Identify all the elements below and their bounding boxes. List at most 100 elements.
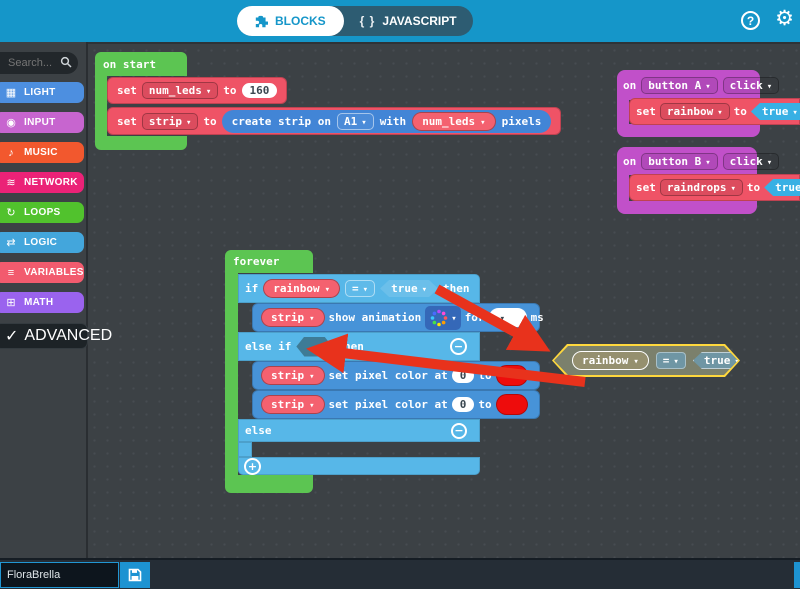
rainbow-animation-icon (429, 308, 449, 328)
set-numleds-block[interactable]: set num_leds to 160 (107, 77, 287, 104)
tab-javascript[interactable]: { } JAVASCRIPT (344, 6, 473, 36)
on-button-b-spine (617, 175, 629, 201)
numleds-variable-dropdown[interactable]: num_leds (142, 82, 218, 99)
collapse-branch-button[interactable]: − (451, 423, 467, 439)
button-b-dropdown[interactable]: button B (641, 153, 717, 170)
set-strip-block[interactable]: set strip to create strip on A1 with num… (107, 107, 561, 135)
dragged-condition-block[interactable]: rainbow = true (552, 344, 740, 377)
on-button-a-block[interactable]: on button A click (617, 70, 760, 100)
raindrops-variable-dropdown[interactable]: raindrops (660, 179, 743, 196)
collapse-branch-button[interactable]: − (450, 338, 467, 355)
true-boolean-dropdown[interactable]: true (764, 179, 800, 196)
chevron-down-icon (767, 79, 772, 92)
project-name-input[interactable] (0, 562, 119, 588)
comparison-operator-dropdown[interactable]: = (345, 280, 375, 297)
comparison-operator-dropdown[interactable]: = (656, 352, 686, 369)
chevron-down-icon (633, 354, 638, 367)
light-icon: ▦ (4, 86, 18, 99)
sidebar-item-logic[interactable]: ⇄ LOGIC (0, 232, 84, 253)
chevron-down-icon (792, 105, 797, 118)
chevron-down-icon (309, 369, 314, 382)
pixel-index-value[interactable]: 0 (452, 397, 475, 412)
search-icon (60, 56, 73, 69)
color-swatch[interactable] (496, 365, 528, 386)
strip-variable-oval[interactable]: strip (261, 366, 325, 385)
strip-variable-dropdown[interactable]: strip (142, 113, 199, 130)
chevron-down-icon (717, 105, 722, 118)
show-animation-block[interactable]: strip show animation for ms (252, 303, 540, 332)
button-a-dropdown[interactable]: button A (641, 77, 717, 94)
if-row[interactable]: if rainbow = true then (238, 274, 480, 303)
true-boolean-dropdown[interactable]: true (693, 352, 751, 369)
forever-block[interactable]: forever (225, 250, 313, 273)
chevron-down-icon (705, 79, 710, 92)
rainbow-variable-oval[interactable]: rainbow (263, 279, 340, 298)
sidebar-item-input[interactable]: ◉ INPUT (0, 112, 84, 133)
chevron-down-icon (309, 398, 314, 411)
set-raindrops-true-block[interactable]: set raindrops to true (629, 174, 800, 201)
forever-spine (225, 273, 238, 475)
sidebar-item-network[interactable]: ≋ NETWORK (0, 172, 84, 193)
set-pixel-color-block[interactable]: strip set pixel color at 0 to (252, 361, 540, 390)
on-start-spine (95, 76, 107, 138)
on-start-block[interactable]: on start (95, 52, 187, 76)
save-button[interactable] (120, 562, 150, 588)
settings-button[interactable]: ⚙ (775, 8, 794, 29)
save-floppy-icon (128, 568, 142, 582)
sidebar-item-music[interactable]: ♪ MUSIC (0, 142, 84, 163)
on-button-b-block[interactable]: on button B click (617, 147, 757, 175)
variables-icon: ≡ (4, 267, 18, 279)
chevron-down-icon (206, 84, 211, 97)
chevron-down-icon (361, 115, 366, 128)
chevron-down-icon (705, 155, 710, 168)
else-if-row[interactable]: else if then − (238, 332, 480, 361)
bottom-bar (0, 558, 800, 589)
duration-dropdown[interactable] (489, 308, 527, 327)
true-boolean-dropdown[interactable]: true (751, 103, 800, 120)
sidebar-item-math[interactable]: ⊞ MATH (0, 292, 84, 313)
else-row[interactable]: else − (238, 419, 480, 442)
input-icon: ◉ (4, 116, 18, 129)
if-block-bottom: + (238, 457, 480, 475)
gear-icon: ⚙ (775, 7, 794, 30)
true-boolean-dropdown[interactable]: true (380, 280, 438, 297)
chevron-down-icon (673, 354, 678, 367)
on-button-a-spine (617, 100, 629, 126)
chevron-down-icon (325, 282, 330, 295)
advanced-icon: ✓ (5, 326, 18, 346)
help-button[interactable]: ? (741, 11, 760, 30)
set-rainbow-true-block[interactable]: set rainbow to true (629, 98, 800, 125)
add-branch-button[interactable]: + (244, 458, 261, 475)
numleds-oval-dropdown[interactable]: num_leds (412, 112, 495, 131)
math-icon: ⊞ (4, 296, 18, 309)
tab-blocks[interactable]: BLOCKS (237, 6, 344, 36)
bottom-right-button[interactable] (794, 562, 800, 588)
create-strip-block[interactable]: create strip on A1 with num_leds pixels (222, 110, 552, 133)
click-event-dropdown[interactable]: click (723, 153, 780, 170)
network-icon: ≋ (4, 176, 18, 189)
sidebar-item-loops[interactable]: ↻ LOOPS (0, 202, 84, 223)
numleds-value[interactable]: 160 (242, 83, 278, 98)
sidebar-item-light[interactable]: ▦ LIGHT (0, 82, 84, 103)
sidebar-item-advanced[interactable]: ✓ ADVANCED (0, 323, 88, 349)
click-event-dropdown[interactable]: click (723, 77, 780, 94)
chevron-down-icon (500, 311, 505, 324)
chevron-down-icon (451, 311, 456, 324)
set-pixel-color-block[interactable]: strip set pixel color at 0 to (252, 390, 540, 419)
blocks-canvas[interactable]: on start set num_leds to 160 set strip t… (88, 42, 800, 558)
chevron-down-icon (309, 311, 314, 324)
tab-blocks-label: BLOCKS (275, 14, 326, 28)
rainbow-variable-oval[interactable]: rainbow (572, 351, 649, 370)
sidebar-item-variables[interactable]: ≡ VARIABLES (0, 262, 84, 283)
pin-dropdown[interactable]: A1 (337, 113, 374, 130)
braces-icon: { } (360, 14, 376, 28)
color-swatch[interactable] (496, 394, 528, 415)
condition-placeholder-socket[interactable] (296, 337, 332, 357)
rainbow-variable-dropdown[interactable]: rainbow (660, 103, 730, 120)
strip-variable-oval[interactable]: strip (261, 308, 325, 327)
search-box (0, 52, 78, 74)
strip-variable-oval[interactable]: strip (261, 395, 325, 414)
tab-javascript-label: JAVASCRIPT (382, 14, 456, 28)
animation-picker-dropdown[interactable] (425, 306, 460, 330)
pixel-index-value[interactable]: 0 (452, 368, 475, 383)
